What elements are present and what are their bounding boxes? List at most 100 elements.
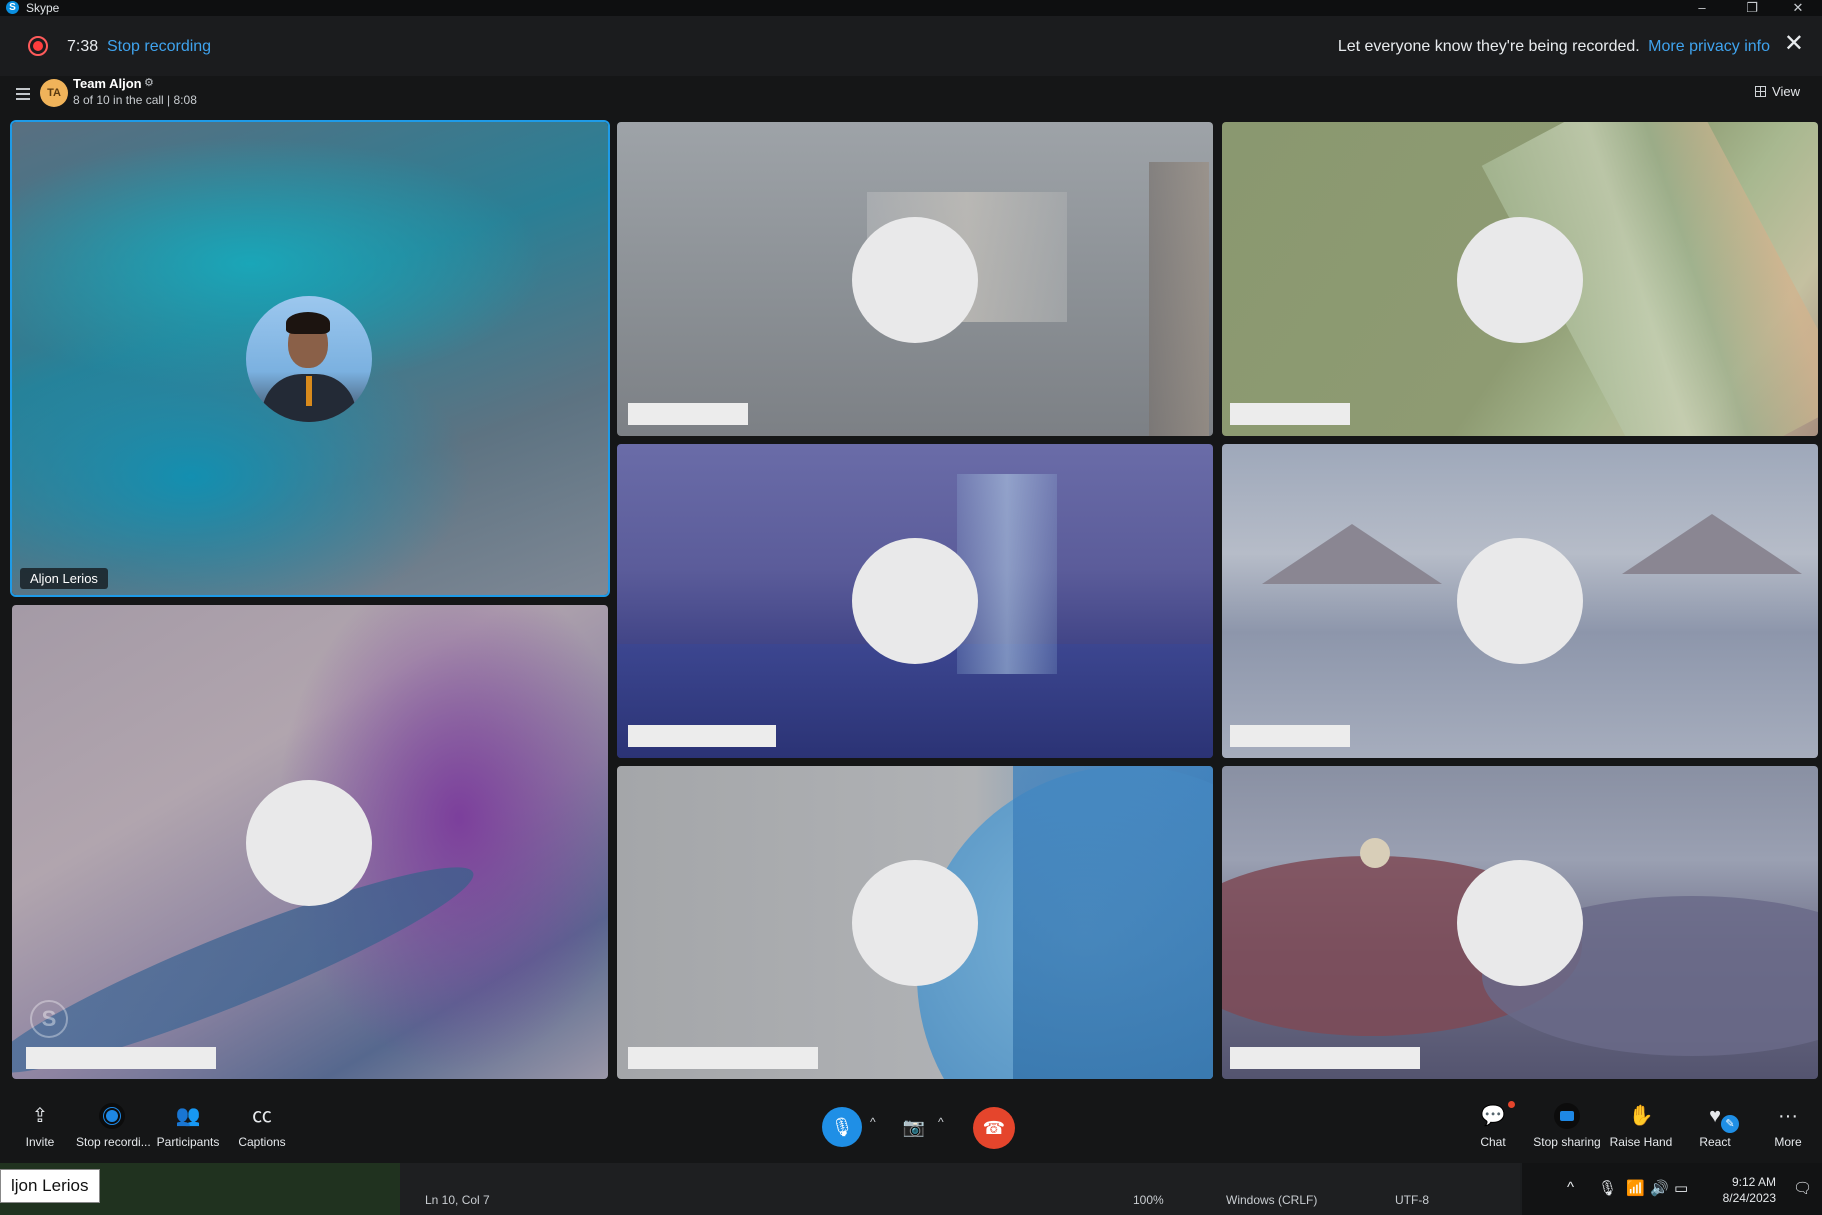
stop-sharing-label: Stop sharing [1533,1135,1601,1149]
participant-avatar [1457,538,1583,664]
camera-options-caret-icon[interactable]: ^ [938,1115,944,1129]
more-button[interactable]: ··· More [1752,1103,1822,1149]
redacted-name [1230,403,1350,425]
more-label: More [1774,1135,1802,1149]
skype-logo-icon: S [6,1,19,14]
camera-off-button[interactable]: 📷 [894,1107,934,1147]
window-title: Skype [26,1,60,15]
video-tile[interactable] [617,444,1213,758]
cursor-position[interactable]: Ln 10, Col 7 [425,1193,490,1207]
stop-sharing-button[interactable]: Stop sharing [1531,1103,1603,1149]
clock[interactable]: 9:12 AM 8/24/2023 [1723,1174,1776,1206]
invite-label: Invite [25,1135,55,1149]
minimize-button[interactable]: – [1682,0,1722,16]
participant-avatar [852,538,978,664]
video-tile[interactable] [1222,122,1818,436]
raise-hand-button[interactable]: ✋ Raise Hand [1605,1103,1677,1149]
volume-icon[interactable]: 🔊 [1650,1179,1669,1197]
call-toolbar: ⇪ Invite Stop recordi... 👥 Participants … [0,1085,1822,1163]
invite-button[interactable]: ⇪ Invite [4,1103,76,1149]
notifications-icon[interactable]: 🗨 [1793,1179,1812,1197]
chat-icon: 💬 [1457,1101,1529,1129]
video-tile-active[interactable]: Aljon Lerios [12,122,608,595]
recording-banner: 7:38 Stop recording Let everyone know th… [0,16,1822,76]
record-icon [99,1103,125,1129]
wifi-icon[interactable]: 📶 [1626,1179,1645,1197]
redacted-name [26,1047,216,1069]
redacted-name [1230,725,1350,747]
zoom-level[interactable]: 100% [1133,1193,1164,1207]
recording-notice-text: Let everyone know they're being recorded… [1337,38,1640,55]
battery-icon[interactable]: ▭ [1674,1179,1688,1197]
view-label: View [1772,84,1800,99]
encoding[interactable]: UTF-8 [1395,1193,1429,1207]
stop-recording-label: Stop recordi... [76,1135,151,1149]
taskbar-left: ljon Lerios [0,1163,400,1215]
screen-share-icon [1554,1103,1580,1129]
clock-date: 8/24/2023 [1722,1191,1776,1205]
editor-status-bar: Ln 10, Col 7 100% Windows (CRLF) UTF-8 [400,1163,1520,1215]
unread-dot [1508,1101,1515,1108]
hand-icon: ✋ [1628,1105,1654,1127]
mic-button[interactable]: 🎙 [822,1107,862,1147]
stop-recording-link[interactable]: Stop recording [107,38,211,56]
people-icon: 👥 [175,1105,201,1127]
share-icon: ⇪ [31,1105,49,1127]
team-avatar[interactable]: TA [40,79,68,107]
taskbar: ljon Lerios Ln 10, Col 7 100% Windows (C… [0,1163,1822,1215]
grid-icon [1755,86,1767,97]
team-name[interactable]: Team Aljon [73,76,142,91]
raise-hand-label: Raise Hand [1609,1135,1673,1149]
chat-button[interactable]: 💬 Chat [1457,1101,1529,1149]
close-window-button[interactable]: ✕ [1778,0,1818,16]
heart-icon: ♥ ✎ [1679,1103,1751,1133]
participants-info: 8 of 10 in the call | 8:08 [73,93,197,107]
participant-avatar [246,780,372,906]
video-tile[interactable] [1222,766,1818,1079]
skype-watermark-icon: S [30,1000,68,1038]
chat-label: Chat [1480,1135,1506,1149]
participant-name-label: Aljon Lerios [20,568,108,589]
captions-label: Captions [238,1135,286,1149]
more-icon: ··· [1778,1105,1798,1127]
recording-notice: Let everyone know they're being recorded… [1338,38,1770,56]
video-tile[interactable] [617,766,1213,1079]
menu-icon[interactable] [16,88,30,100]
view-button[interactable]: View [1755,84,1800,99]
participant-avatar [852,860,978,986]
participant-avatar [1457,860,1583,986]
participants-label: Participants [156,1135,220,1149]
clock-time: 9:12 AM [1731,1175,1776,1189]
microphone-icon[interactable]: 🎙 [1598,1179,1617,1197]
participant-photo [246,296,372,422]
settings-icon[interactable]: ⚙ [144,76,154,89]
system-tray: ^ 🎙 📶 🔊 ▭ 9:12 AM 8/24/2023 🗨 [1522,1163,1822,1215]
stop-recording-button[interactable]: Stop recordi... [76,1103,151,1149]
mic-options-caret-icon[interactable]: ^ [870,1115,876,1129]
chevron-up-icon[interactable]: ^ [1567,1179,1574,1196]
participant-avatar [852,217,978,343]
title-bar: S Skype – ❐ ✕ [0,0,1822,16]
react-label: React [1699,1135,1731,1149]
redacted-name [628,725,776,747]
video-tile[interactable] [1222,444,1818,758]
captions-button[interactable]: ㏄ Captions [226,1103,298,1149]
call-header: TA Team Aljon ⚙ 8 of 10 in the call | 8:… [0,76,1822,116]
pen-icon: ✎ [1721,1115,1739,1133]
participant-avatar [1457,217,1583,343]
video-tile[interactable] [617,122,1213,436]
privacy-info-link[interactable]: More privacy info [1648,38,1770,55]
hang-up-button[interactable]: ☎ [973,1107,1015,1149]
participants-button[interactable]: 👥 Participants [152,1103,224,1149]
video-tile[interactable]: S [12,605,608,1079]
name-tooltip: ljon Lerios [0,1169,100,1203]
react-button[interactable]: ♥ ✎ React [1679,1103,1751,1149]
recording-icon [28,36,48,56]
recording-time: 7:38 [67,38,99,55]
line-endings[interactable]: Windows (CRLF) [1226,1193,1317,1207]
maximize-button[interactable]: ❐ [1732,0,1772,16]
redacted-name [1230,1047,1420,1069]
close-banner-icon[interactable]: ✕ [1784,32,1804,56]
redacted-name [628,1047,818,1069]
redacted-name [628,403,748,425]
